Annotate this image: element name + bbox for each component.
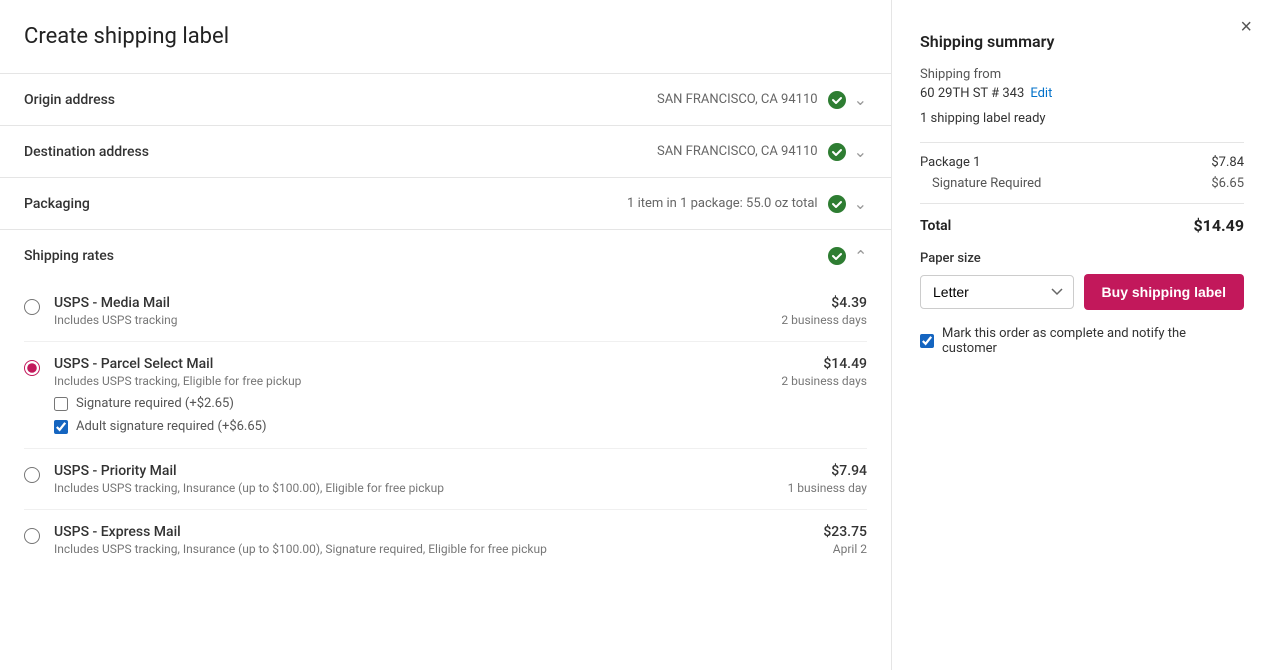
notify-checkbox[interactable] — [920, 334, 934, 348]
rate-radio-express-mail[interactable] — [24, 528, 40, 544]
destination-value: SAN FRANCISCO, CA 94110 — [657, 144, 818, 159]
notify-label: Mark this order as complete and notify t… — [942, 326, 1244, 356]
rate-desc-express-mail: Includes USPS tracking, Insurance (up to… — [54, 542, 823, 556]
rate-name-express-mail: USPS - Express Mail — [54, 524, 823, 540]
rate-days-priority-mail: 1 business day — [788, 481, 867, 495]
origin-check-icon — [828, 91, 846, 109]
addon-label-sig-required: Signature required (+$2.65) — [76, 396, 234, 411]
rate-radio-media-mail[interactable] — [24, 299, 40, 315]
close-button[interactable]: × — [1240, 16, 1252, 39]
rate-name-media-mail: USPS - Media Mail — [54, 295, 781, 311]
rate-item-parcel-select: USPS - Parcel Select Mail Includes USPS … — [24, 342, 867, 449]
rate-price-block-express-mail: $23.75 April 2 — [823, 524, 867, 556]
destination-section-header[interactable]: Destination address SAN FRANCISCO, CA 94… — [0, 126, 891, 177]
rate-desc-media-mail: Includes USPS tracking — [54, 313, 781, 327]
summary-title: Shipping summary — [920, 32, 1244, 51]
rate-info-express-mail: USPS - Express Mail Includes USPS tracki… — [54, 524, 823, 556]
rate-price-media-mail: $4.39 — [781, 295, 867, 311]
addon-checkbox-adult-sig[interactable] — [54, 420, 68, 434]
destination-chevron-icon: ⌄ — [854, 142, 867, 161]
summary-divider-top — [920, 142, 1244, 143]
summary-signature-price: $6.65 — [1211, 176, 1244, 191]
origin-section-header[interactable]: Origin address SAN FRANCISCO, CA 94110 ⌄ — [0, 74, 891, 125]
rate-radio-parcel-select[interactable] — [24, 360, 40, 376]
rate-name-priority-mail: USPS - Priority Mail — [54, 463, 788, 479]
rate-name-parcel-select: USPS - Parcel Select Mail — [54, 356, 781, 372]
rate-price-block-media-mail: $4.39 2 business days — [781, 295, 867, 327]
addon-label-adult-sig: Adult signature required (+$6.65) — [76, 419, 267, 434]
summary-signature-line: Signature Required $6.65 — [920, 176, 1244, 191]
notify-row: Mark this order as complete and notify t… — [920, 326, 1244, 356]
rate-info-priority-mail: USPS - Priority Mail Includes USPS track… — [54, 463, 788, 495]
modal-container: Create shipping label Origin address SAN… — [0, 0, 1272, 670]
origin-section: Origin address SAN FRANCISCO, CA 94110 ⌄ — [0, 73, 891, 125]
summary-total-row: Total $14.49 — [920, 216, 1244, 235]
summary-package1-label: Package 1 — [920, 155, 980, 170]
destination-check-icon — [828, 143, 846, 161]
packaging-section-header[interactable]: Packaging 1 item in 1 package: 55.0 oz t… — [0, 178, 891, 229]
summary-package1-line: Package 1 $7.84 — [920, 155, 1244, 170]
paper-size-label: Paper size — [920, 251, 1244, 266]
rate-price-block-parcel-select: $14.49 2 business days — [781, 356, 867, 388]
packaging-chevron-icon: ⌄ — [854, 194, 867, 213]
paper-size-row: Letter 4x6 label Buy shipping label — [920, 274, 1244, 310]
rate-desc-priority-mail: Includes USPS tracking, Insurance (up to… — [54, 481, 788, 495]
rate-price-priority-mail: $7.94 — [788, 463, 867, 479]
paper-size-select[interactable]: Letter 4x6 label — [920, 275, 1074, 309]
summary-total-label: Total — [920, 218, 951, 234]
summary-address: 60 29TH ST # 343 — [920, 86, 1024, 101]
summary-ready-label: 1 shipping label ready — [920, 111, 1244, 126]
destination-title: Destination address — [24, 144, 657, 160]
rate-info-parcel-select: USPS - Parcel Select Mail Includes USPS … — [54, 356, 781, 434]
rate-days-parcel-select: 2 business days — [781, 374, 867, 388]
left-panel: Create shipping label Origin address SAN… — [0, 0, 892, 670]
summary-shipping-from-label: Shipping from — [920, 67, 1244, 82]
shipping-rates-title: Shipping rates — [24, 248, 828, 264]
rate-item-priority-mail: USPS - Priority Mail Includes USPS track… — [24, 449, 867, 510]
shipping-rates-section: Shipping rates ⌄ USPS - Media Mail Inclu… — [0, 229, 891, 570]
rate-radio-priority-mail[interactable] — [24, 467, 40, 483]
origin-chevron-icon: ⌄ — [854, 90, 867, 109]
packaging-section: Packaging 1 item in 1 package: 55.0 oz t… — [0, 177, 891, 229]
addon-checkbox-sig-required[interactable] — [54, 397, 68, 411]
rate-price-block-priority-mail: $7.94 1 business day — [788, 463, 867, 495]
origin-value: SAN FRANCISCO, CA 94110 — [657, 92, 818, 107]
rate-days-express-mail: April 2 — [823, 542, 867, 556]
packaging-check-icon — [828, 195, 846, 213]
packaging-title: Packaging — [24, 196, 627, 212]
right-panel: Shipping summary Shipping from 60 29TH S… — [892, 0, 1272, 670]
origin-title: Origin address — [24, 92, 657, 108]
summary-total-price: $14.49 — [1193, 216, 1244, 235]
rate-desc-parcel-select: Includes USPS tracking, Eligible for fre… — [54, 374, 781, 388]
summary-address-row: 60 29TH ST # 343 Edit — [920, 86, 1244, 101]
rate-price-express-mail: $23.75 — [823, 524, 867, 540]
edit-address-link[interactable]: Edit — [1030, 86, 1052, 101]
packaging-value: 1 item in 1 package: 55.0 oz total — [627, 196, 818, 211]
addon-row-adult-sig: Adult signature required (+$6.65) — [54, 419, 781, 434]
shipping-rates-chevron-icon: ⌄ — [854, 246, 867, 265]
rate-days-media-mail: 2 business days — [781, 313, 867, 327]
rate-item-express-mail: USPS - Express Mail Includes USPS tracki… — [24, 510, 867, 570]
buy-shipping-label-button[interactable]: Buy shipping label — [1084, 274, 1244, 310]
destination-section: Destination address SAN FRANCISCO, CA 94… — [0, 125, 891, 177]
modal-title: Create shipping label — [0, 24, 891, 73]
rate-price-parcel-select: $14.49 — [781, 356, 867, 372]
summary-signature-label: Signature Required — [932, 176, 1041, 191]
rate-items-list: USPS - Media Mail Includes USPS tracking… — [0, 281, 891, 570]
addon-row-sig-required: Signature required (+$2.65) — [54, 396, 781, 411]
shipping-rates-header[interactable]: Shipping rates ⌄ — [0, 230, 891, 281]
shipping-rates-check-icon — [828, 247, 846, 265]
summary-divider-bottom — [920, 203, 1244, 204]
summary-package1-price: $7.84 — [1211, 155, 1244, 170]
rate-item-media-mail: USPS - Media Mail Includes USPS tracking… — [24, 281, 867, 342]
rate-info-media-mail: USPS - Media Mail Includes USPS tracking — [54, 295, 781, 327]
